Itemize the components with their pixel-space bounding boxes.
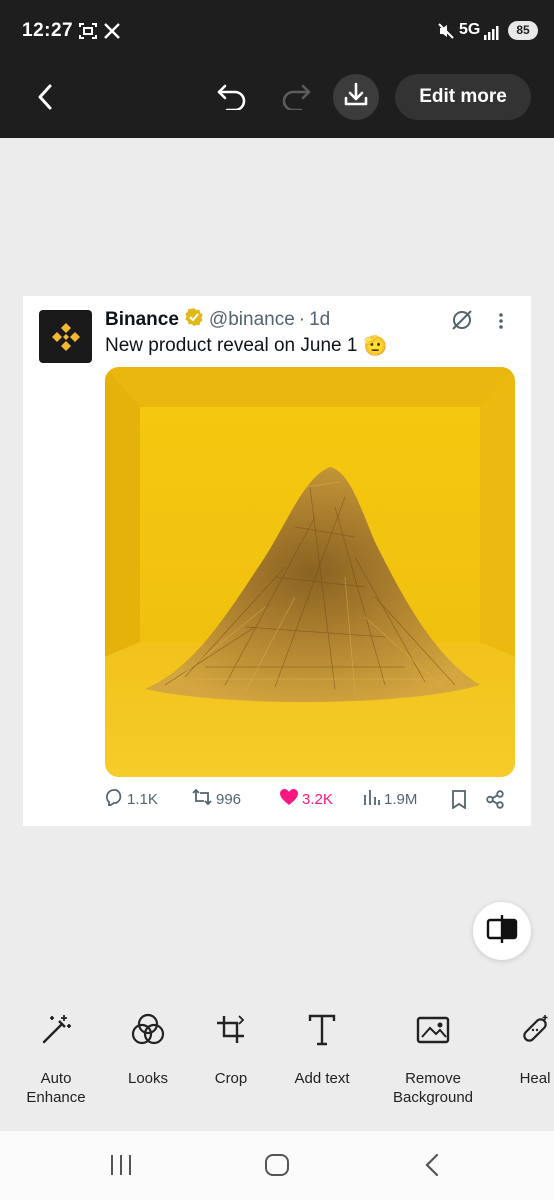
tool-heal[interactable]: Heal	[480, 1010, 554, 1088]
bookmark-icon[interactable]	[451, 790, 467, 813]
views-action[interactable]: 1.9M	[363, 788, 417, 810]
undo-button[interactable]	[212, 80, 252, 116]
retweet-icon	[191, 788, 213, 810]
home-icon	[264, 1153, 290, 1182]
compare-button[interactable]	[473, 902, 531, 960]
undo-icon	[215, 82, 249, 115]
grok-icon[interactable]	[450, 308, 474, 337]
more-options-icon[interactable]	[498, 312, 504, 335]
author-handle[interactable]: @binance	[209, 309, 295, 331]
heal-icon	[480, 1010, 554, 1050]
like-count: 3.2K	[302, 790, 333, 808]
tweet-actions: 1.1K 996 3.2K 1.9M	[105, 788, 505, 812]
home-button[interactable]	[264, 1153, 290, 1182]
reply-action[interactable]: 1.1K	[105, 788, 158, 810]
download-button[interactable]	[333, 74, 379, 120]
tool-label: Remove Background	[392, 1070, 474, 1106]
edit-tools-strip: Auto Enhance Looks Crop Add text Remove …	[0, 1000, 554, 1130]
system-back-icon	[422, 1153, 442, 1182]
download-icon	[342, 81, 370, 114]
signal-icon	[484, 24, 502, 45]
reply-icon	[105, 788, 124, 810]
status-time: 12:27	[22, 20, 74, 41]
tweet-image[interactable]	[105, 367, 515, 777]
mute-icon	[437, 22, 455, 45]
tool-label: Heal	[519, 1070, 551, 1087]
text-icon	[267, 1010, 377, 1050]
top-bar: 12:27 5G 85 Edit more	[0, 0, 554, 138]
network-type: 5G	[459, 21, 481, 38]
system-back-button[interactable]	[422, 1153, 442, 1182]
tool-label: Add text	[294, 1070, 350, 1087]
screenshot-icon	[78, 22, 98, 45]
views-count: 1.9M	[384, 790, 418, 808]
verified-badge-icon	[184, 307, 204, 333]
tweet-header: Binance @binance · 1d	[105, 307, 330, 333]
tweet-text-content: New product reveal on June 1	[105, 335, 358, 356]
back-button[interactable]	[28, 82, 62, 116]
views-icon	[363, 788, 381, 810]
battery-level: 85	[508, 21, 538, 40]
saluting-face-emoji: 🫡	[363, 336, 388, 357]
editor-toolbar: Edit more	[0, 62, 554, 138]
author-name[interactable]: Binance	[105, 309, 179, 331]
recent-apps-button[interactable]	[108, 1153, 134, 1182]
like-action[interactable]: 3.2K	[279, 788, 333, 810]
remove-background-icon	[378, 1010, 488, 1050]
binance-avatar	[39, 310, 92, 363]
binance-logo-icon	[51, 322, 80, 351]
recent-apps-icon	[108, 1153, 134, 1182]
retweet-count: 996	[216, 790, 242, 808]
back-icon	[36, 83, 54, 116]
redo-icon	[279, 82, 313, 115]
tweet-time: 1d	[309, 309, 331, 330]
redo-button[interactable]	[276, 80, 316, 116]
tool-remove-background[interactable]: Remove Background	[378, 1010, 488, 1107]
heart-icon	[279, 788, 299, 810]
tweet-card[interactable]: Binance @binance · 1d New product reveal…	[23, 296, 531, 826]
x-app-icon	[103, 22, 121, 45]
status-bar: 12:27 5G 85	[0, 0, 554, 62]
tool-add-text[interactable]: Add text	[267, 1010, 377, 1088]
tweet-text: New product reveal on June 1 🫡	[105, 334, 387, 358]
edit-more-button[interactable]: Edit more	[395, 74, 531, 120]
reply-count: 1.1K	[127, 790, 158, 808]
separator-dot: ·	[298, 309, 306, 330]
retweet-action[interactable]: 996	[191, 788, 241, 810]
compare-icon	[486, 914, 518, 949]
system-nav-bar	[0, 1131, 554, 1200]
share-icon[interactable]	[485, 790, 505, 813]
